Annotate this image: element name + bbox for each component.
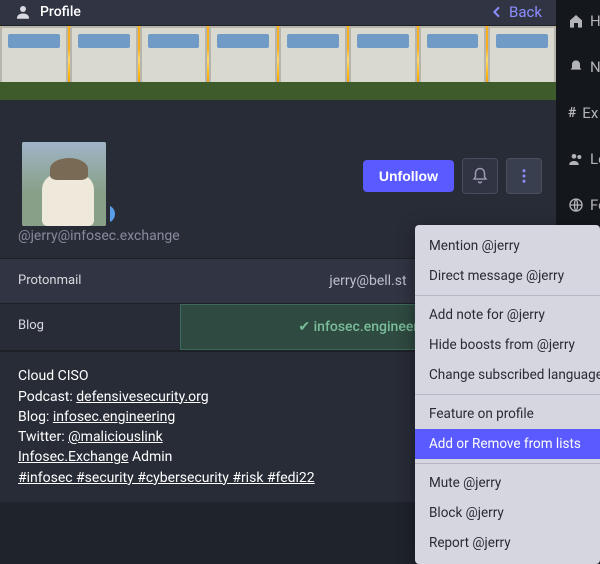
bio-link[interactable]: defensivesecurity.org <box>76 389 208 405</box>
unfollow-button[interactable]: Unfollow <box>363 160 454 192</box>
users-icon <box>568 151 584 167</box>
menu-item[interactable]: Direct message @jerry <box>415 261 600 291</box>
profile-icon <box>14 3 32 21</box>
rail-local[interactable]: Lo <box>556 150 600 168</box>
top-bar: Profile Back <box>0 0 556 26</box>
page-title: Profile <box>40 4 81 20</box>
rail-explore[interactable]: # Ex <box>556 104 600 122</box>
rail-label: Lo <box>590 150 600 168</box>
menu-item[interactable]: Add or Remove from lists <box>415 429 600 459</box>
avatar[interactable] <box>18 138 110 230</box>
bio-link[interactable]: @maliciouslink <box>68 429 163 445</box>
page-title-group: Profile <box>14 3 81 21</box>
menu-item[interactable]: Hide boosts from @jerry <box>415 330 600 360</box>
bell-icon <box>471 167 489 185</box>
rail-label: Fe <box>590 196 600 214</box>
field-label: Blog <box>0 304 180 350</box>
home-icon <box>568 13 584 29</box>
menu-separator <box>415 463 600 464</box>
rail-federated[interactable]: Fe <box>556 196 600 214</box>
bio-link[interactable]: Infosec.Exchange <box>18 449 129 465</box>
menu-separator <box>415 295 600 296</box>
more-button[interactable] <box>506 158 542 194</box>
notify-button[interactable] <box>462 158 498 194</box>
globe-icon <box>568 197 584 213</box>
menu-item[interactable]: Change subscribed languages <box>415 360 600 390</box>
menu-item[interactable]: Report @jerry <box>415 528 600 558</box>
menu-item[interactable]: Add note for @jerry <box>415 300 600 330</box>
hash-icon: # <box>568 105 576 121</box>
bio-link[interactable]: infosec.engineering <box>53 409 175 425</box>
rail-label: No <box>590 58 600 76</box>
rail-home[interactable]: Ho <box>556 12 600 30</box>
menu-item[interactable]: Mute @jerry <box>415 468 600 498</box>
bell-icon <box>568 59 584 75</box>
field-label: Protonmail <box>0 259 180 303</box>
more-menu: Mention @jerryDirect message @jerry Add n… <box>415 225 600 564</box>
back-button[interactable]: Back <box>489 3 542 21</box>
header-image <box>0 26 556 100</box>
back-label: Back <box>509 3 542 21</box>
menu-item[interactable]: Feature on profile <box>415 399 600 429</box>
rail-label: Ho <box>590 12 600 30</box>
menu-item[interactable]: Mention @jerry <box>415 231 600 261</box>
menu-separator <box>415 394 600 395</box>
more-icon <box>515 167 533 185</box>
menu-item[interactable]: Block @jerry <box>415 498 600 528</box>
chevron-left-icon <box>489 4 505 20</box>
check-icon: ✔ <box>298 319 310 335</box>
rail-notifications[interactable]: No <box>556 58 600 76</box>
rail-label: Ex <box>582 104 598 122</box>
